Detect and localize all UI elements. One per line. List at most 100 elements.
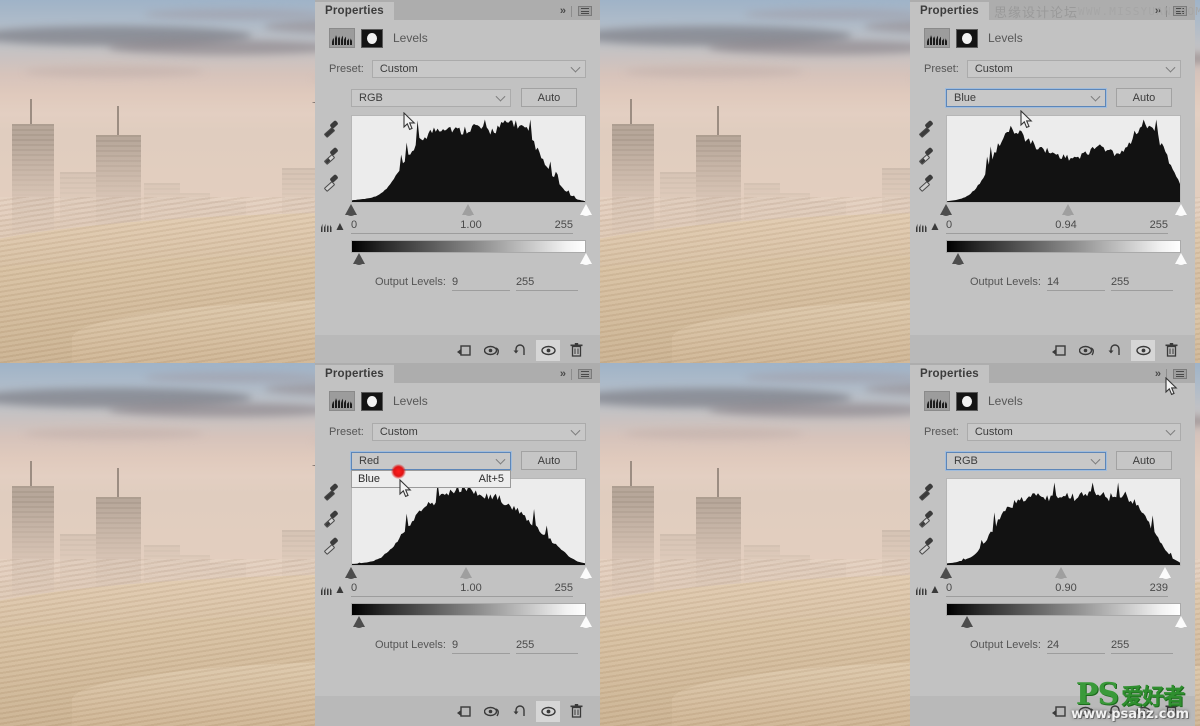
output-black-handle[interactable] [352, 616, 366, 628]
eyedropper-black-point-icon[interactable] [323, 121, 339, 137]
input-white-field[interactable]: 239 [1106, 582, 1168, 597]
reset-icon[interactable] [508, 701, 532, 722]
output-black-handle[interactable] [952, 253, 965, 265]
auto-button[interactable]: Auto [1116, 88, 1172, 107]
layer-mask-icon[interactable] [956, 391, 978, 411]
eyedropper-black-point-icon[interactable] [918, 121, 934, 137]
preset-label: Preset: [924, 426, 959, 438]
layer-mask-icon[interactable] [956, 28, 978, 48]
clip-to-layer-icon[interactable] [1047, 340, 1071, 361]
auto-button[interactable]: Auto [521, 88, 577, 107]
eyedropper-white-point-icon[interactable] [323, 538, 339, 554]
input-gamma-field[interactable]: 0.94 [1026, 219, 1106, 234]
delete-adjustment-icon[interactable] [1159, 340, 1183, 361]
reset-icon[interactable] [1103, 340, 1127, 361]
input-gamma-field[interactable]: 0.90 [1026, 582, 1106, 597]
input-white-handle[interactable] [579, 204, 593, 216]
input-black-field[interactable]: 0 [351, 219, 431, 234]
eyedropper-white-point-icon[interactable] [918, 538, 934, 554]
clip-to-layer-icon[interactable] [452, 340, 476, 361]
input-gamma-field[interactable]: 1.00 [431, 219, 511, 234]
toggle-visibility-icon[interactable] [536, 339, 560, 361]
channel-select[interactable]: Red [350, 450, 512, 471]
output-white-handle[interactable] [1174, 253, 1188, 265]
input-white-field[interactable]: 255 [511, 582, 573, 597]
input-black-handle[interactable] [344, 204, 358, 216]
eyedropper-white-point-icon[interactable] [918, 175, 934, 191]
input-white-handle[interactable] [1159, 567, 1172, 579]
hamburger-menu-icon[interactable] [578, 6, 592, 16]
output-white-field[interactable]: 255 [1110, 276, 1173, 291]
tab-properties[interactable]: Properties [315, 2, 394, 20]
adjustment-title: Levels [393, 31, 428, 45]
toggle-visibility-icon[interactable] [1131, 339, 1155, 361]
output-white-handle[interactable] [1174, 616, 1188, 628]
eyedropper-white-point-icon[interactable] [323, 175, 339, 191]
input-black-field[interactable]: 0 [946, 582, 1026, 597]
reset-icon[interactable] [508, 340, 532, 361]
clip-to-layer-icon[interactable] [452, 701, 476, 722]
chevron-double-right-icon[interactable]: » [560, 5, 566, 17]
preview-previous-state-icon[interactable] [1075, 340, 1099, 361]
channel-select[interactable]: RGB [945, 450, 1107, 471]
tab-properties[interactable]: Properties [910, 365, 989, 383]
delete-adjustment-icon[interactable] [564, 340, 588, 361]
eyedropper-gray-point-icon[interactable] [323, 148, 339, 164]
preset-select[interactable]: Custom [966, 423, 1181, 441]
output-black-field[interactable]: 9 [451, 639, 510, 654]
eyedropper-gray-point-icon[interactable] [918, 148, 934, 164]
eyedropper-gray-point-icon[interactable] [918, 511, 934, 527]
channel-select[interactable]: RGB [351, 88, 511, 107]
preset-select[interactable]: Custom [371, 60, 586, 78]
input-black-handle[interactable] [939, 204, 953, 216]
input-white-field[interactable]: 255 [1106, 219, 1168, 234]
input-white-handle[interactable] [579, 567, 593, 579]
input-black-handle[interactable] [939, 567, 953, 579]
input-black-field[interactable]: 0 [946, 219, 1026, 234]
output-white-field[interactable]: 255 [515, 276, 578, 291]
clip-to-layer-icon[interactable] [1047, 701, 1071, 722]
tab-properties[interactable]: Properties [315, 365, 394, 383]
input-black-field[interactable]: 0 [351, 582, 431, 597]
output-white-handle[interactable] [579, 253, 593, 265]
auto-button[interactable]: Auto [521, 451, 577, 470]
eyedropper-gray-point-icon[interactable] [323, 511, 339, 527]
hamburger-menu-icon[interactable] [578, 369, 592, 379]
layer-mask-icon[interactable] [361, 28, 383, 48]
output-black-field[interactable]: 14 [1046, 276, 1105, 291]
layer-mask-icon[interactable] [361, 391, 383, 411]
channel-dropdown-menu[interactable]: Blue Alt+5 [351, 470, 511, 488]
eyedropper-black-point-icon[interactable] [323, 484, 339, 500]
hamburger-menu-icon[interactable] [1173, 369, 1187, 379]
input-white-field[interactable]: 255 [511, 219, 573, 234]
input-white-handle[interactable] [1174, 204, 1188, 216]
input-gamma-handle[interactable] [1054, 567, 1068, 579]
eyedropper-black-point-icon[interactable] [918, 484, 934, 500]
output-black-field[interactable]: 9 [451, 276, 510, 291]
output-black-field[interactable]: 24 [1046, 639, 1105, 654]
input-gamma-handle[interactable] [462, 204, 475, 216]
delete-adjustment-icon[interactable] [564, 701, 588, 722]
auto-button[interactable]: Auto [1116, 451, 1172, 470]
input-gamma-field[interactable]: 1.00 [431, 582, 511, 597]
input-black-handle[interactable] [344, 567, 358, 579]
preset-select[interactable]: Custom [966, 60, 1181, 78]
channel-select[interactable]: Blue [945, 87, 1107, 108]
input-gamma-handle[interactable] [459, 567, 473, 579]
preview-previous-state-icon[interactable] [480, 701, 504, 722]
chevron-down-icon [1090, 454, 1101, 465]
toggle-visibility-icon[interactable] [536, 700, 560, 722]
preset-select[interactable]: Custom [371, 423, 586, 441]
output-black-handle[interactable] [352, 253, 366, 265]
output-white-handle[interactable] [579, 616, 593, 628]
input-gamma-handle[interactable] [1061, 204, 1075, 216]
chevron-double-right-icon[interactable]: » [560, 368, 566, 380]
output-levels-track [351, 253, 592, 266]
output-white-field[interactable]: 255 [1110, 639, 1173, 654]
chevron-double-right-icon[interactable]: » [1155, 368, 1161, 380]
preview-previous-state-icon[interactable] [480, 340, 504, 361]
output-white-field[interactable]: 255 [515, 639, 578, 654]
tab-properties[interactable]: Properties [910, 2, 989, 20]
dropdown-item-blue[interactable]: Blue Alt+5 [352, 471, 510, 487]
output-black-handle[interactable] [960, 616, 974, 628]
